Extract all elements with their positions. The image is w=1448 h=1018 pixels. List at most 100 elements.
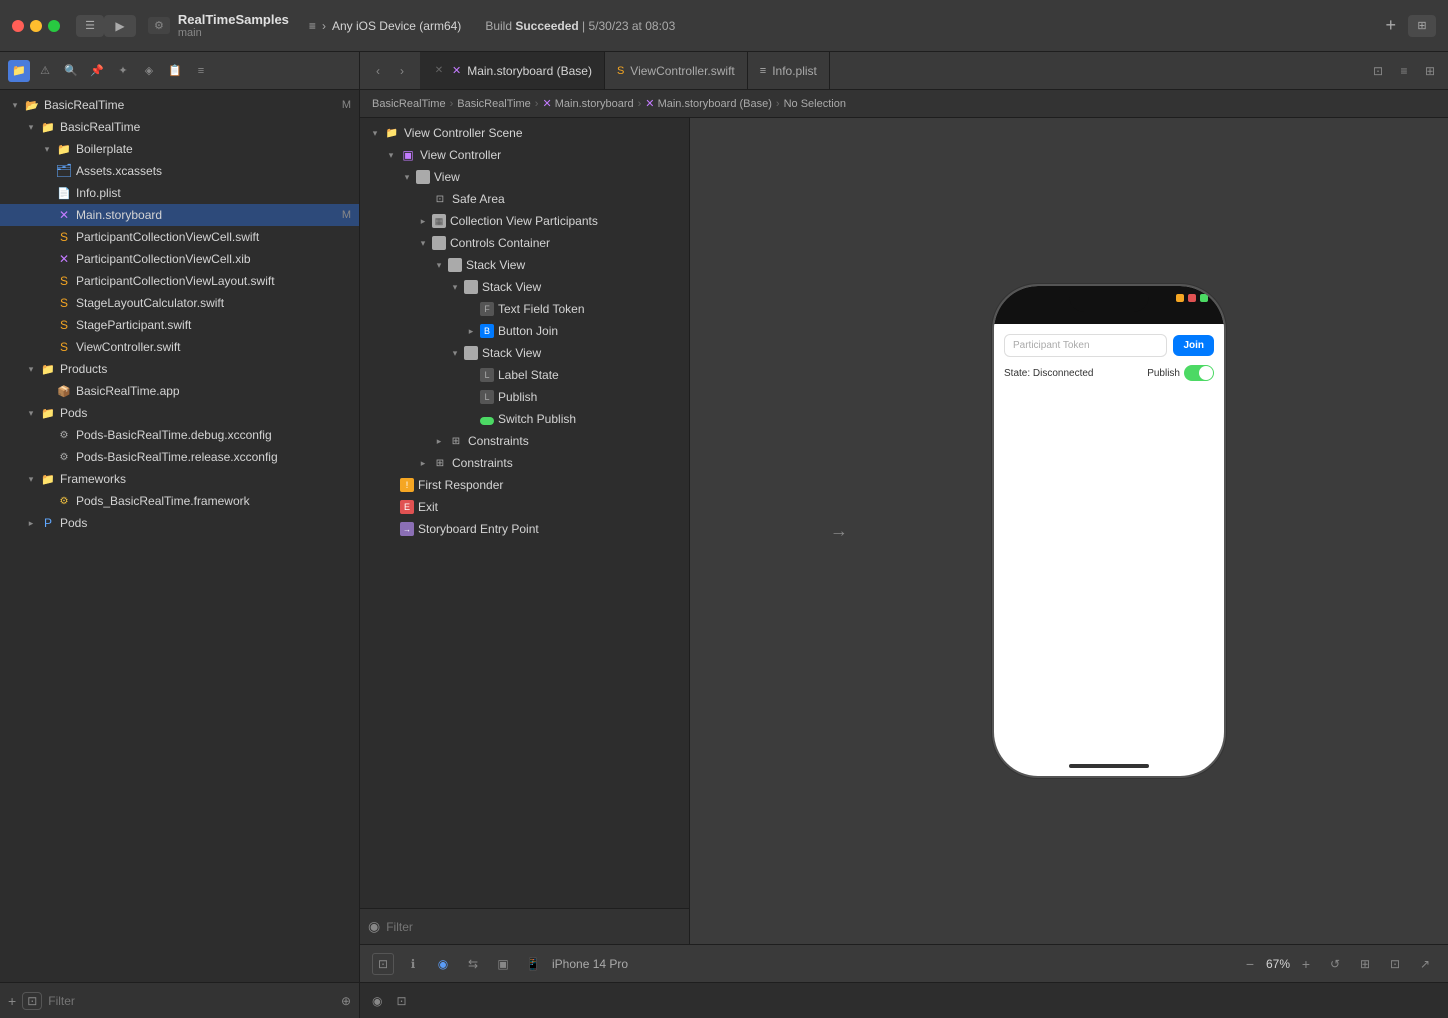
report-icon[interactable]: ≡: [190, 60, 212, 82]
sidebar-item-stageparticipant[interactable]: S StageParticipant.swift: [0, 314, 359, 336]
sidebar-item-infoplist[interactable]: 📄 Info.plist: [0, 182, 359, 204]
device-selector[interactable]: ≡ › Any iOS Device (arm64): [309, 19, 461, 33]
arrow-icon: [24, 362, 38, 376]
tab-forward-button[interactable]: ›: [392, 61, 412, 81]
sidebar-item-boilerplate[interactable]: 📁 Boilerplate: [0, 138, 359, 160]
show-icon[interactable]: ▣: [492, 953, 514, 975]
link-icon[interactable]: ⇆: [462, 953, 484, 975]
find-icon[interactable]: ⚠: [34, 60, 56, 82]
device-icon[interactable]: 📱: [522, 953, 544, 975]
sidebar-item-app[interactable]: 📦 BasicRealTime.app: [0, 380, 359, 402]
phone-toggle[interactable]: [1184, 365, 1214, 381]
fullscreen-button[interactable]: [48, 20, 60, 32]
scene-item-publish[interactable]: L Publish: [360, 386, 689, 408]
git-icon[interactable]: 📌: [86, 60, 108, 82]
stack-icon: [464, 346, 478, 360]
tab-label: Main.storyboard (Base): [467, 64, 592, 78]
scene-item-first-responder[interactable]: ! First Responder: [360, 474, 689, 496]
tab-storyboard[interactable]: ✕ ✕ Main.storyboard (Base): [420, 52, 605, 89]
phone-home-bar: [1069, 764, 1149, 768]
scene-item-stack-view-1[interactable]: Stack View: [360, 254, 689, 276]
filter-toggle[interactable]: ⊡: [22, 992, 42, 1010]
sidebar-item-debug-xcconfig[interactable]: ⚙ Pods-BasicRealTime.debug.xcconfig: [0, 424, 359, 446]
breakpoint-icon[interactable]: ◈: [138, 60, 160, 82]
sidebar-item-products[interactable]: 📁 Products: [0, 358, 359, 380]
minimize-button[interactable]: [30, 20, 42, 32]
tab-infoplist[interactable]: ≡ Info.plist: [748, 52, 830, 89]
close-button[interactable]: [12, 20, 24, 32]
sidebar-item-pvcell-swift[interactable]: S ParticipantCollectionViewCell.swift: [0, 226, 359, 248]
debug-icon[interactable]: ✦: [112, 60, 134, 82]
inspector-toggle-icon[interactable]: ⊞: [1420, 61, 1440, 81]
sidebar-item-stagelayout[interactable]: S StageLayoutCalculator.swift: [0, 292, 359, 314]
add-filter-icon[interactable]: +: [8, 993, 16, 1009]
editor-options-icon[interactable]: ≡: [1394, 61, 1414, 81]
sidebar-item-frameworks[interactable]: 📁 Frameworks: [0, 468, 359, 490]
sidebar-item-pvlayout[interactable]: S ParticipantCollectionViewLayout.swift: [0, 270, 359, 292]
scene-item-switch-publish[interactable]: Switch Publish: [360, 408, 689, 430]
bottom-toolbar-left: ⊡ ℹ ◉ ⇆ ▣ 📱 iPhone 14 Pro: [372, 953, 628, 975]
scene-item-controls-container[interactable]: Controls Container: [360, 232, 689, 254]
canvas[interactable]: → Participant Token: [690, 118, 1448, 944]
symbol-icon[interactable]: 🔍: [60, 60, 82, 82]
phone-join-button[interactable]: Join: [1173, 335, 1214, 356]
scene-item-constraints-2[interactable]: ⊞ Constraints: [360, 452, 689, 474]
scene-item-view[interactable]: View: [360, 166, 689, 188]
scene-item-view-controller[interactable]: ▣ View Controller: [360, 144, 689, 166]
sidebar-item-release-xcconfig[interactable]: ⚙ Pods-BasicRealTime.release.xcconfig: [0, 446, 359, 468]
sidebar-item-basicrealtime[interactable]: 📁 BasicRealTime: [0, 116, 359, 138]
filter-options-icon[interactable]: ⊕: [341, 994, 351, 1008]
test-icon[interactable]: 📋: [164, 60, 186, 82]
scene-item-stack-view-3[interactable]: Stack View: [360, 342, 689, 364]
scene-filter-input[interactable]: [386, 920, 681, 934]
refresh-icon[interactable]: ↺: [1324, 953, 1346, 975]
fit-icon[interactable]: ⊡: [1384, 953, 1406, 975]
sidebar-item-basicrealtime-root[interactable]: 📂 BasicRealTime M: [0, 94, 359, 116]
run-button[interactable]: ▶: [104, 15, 136, 37]
sidebar-item-pvcell-xib[interactable]: ✕ ParticipantCollectionViewCell.xib: [0, 248, 359, 270]
export-icon[interactable]: ↗: [1414, 953, 1436, 975]
arrow-icon: [384, 148, 398, 162]
view-as-icon[interactable]: ⊡: [372, 953, 394, 975]
layout-toggle-button[interactable]: ⊞: [1408, 15, 1436, 37]
sidebar-item-mainstoryboard[interactable]: ✕ Main.storyboard M: [0, 204, 359, 226]
zoom-out-button[interactable]: −: [1240, 954, 1260, 974]
scene-item-label-state[interactable]: L Label State: [360, 364, 689, 386]
scene-item-constraints-1[interactable]: ⊞ Constraints: [360, 430, 689, 452]
grid-icon[interactable]: ⊞: [1354, 953, 1376, 975]
sidebar-item-pods-group[interactable]: 📁 Pods: [0, 402, 359, 424]
titlebar-right: + ⊞: [1385, 15, 1436, 37]
scene-item-exit[interactable]: E Exit: [360, 496, 689, 518]
tab-viewcontroller[interactable]: S ViewController.swift: [605, 52, 748, 89]
scene-item-textfield[interactable]: F Text Field Token: [360, 298, 689, 320]
sidebar-item-assets[interactable]: 🗂 Assets.xcassets: [0, 160, 359, 182]
device-label: iPhone 14 Pro: [552, 957, 628, 971]
sidebar-item-pods-bottom[interactable]: P Pods: [0, 512, 359, 534]
swift-icon: S: [56, 317, 72, 333]
tab-close-icon[interactable]: ✕: [432, 64, 446, 78]
add-button[interactable]: +: [1385, 15, 1396, 36]
active-icon[interactable]: ◉: [432, 953, 454, 975]
split-editor-icon[interactable]: ⊡: [1368, 61, 1388, 81]
breadcrumb-basicrealtime1[interactable]: BasicRealTime: [372, 98, 446, 110]
scene-item-button-join[interactable]: B Button Join: [360, 320, 689, 342]
tab-back-button[interactable]: ‹: [368, 61, 388, 81]
breadcrumb-mainstoryboard[interactable]: ✕ Main.storyboard: [542, 97, 633, 110]
scene-item-stack-view-2[interactable]: Stack View: [360, 276, 689, 298]
sidebar-item-framework[interactable]: ⚙ Pods_BasicRealTime.framework: [0, 490, 359, 512]
sidebar-filter-input[interactable]: [48, 994, 335, 1008]
scene-item-safe-area[interactable]: ⊡ Safe Area: [360, 188, 689, 210]
scene-folder-icon: 📁: [384, 125, 400, 141]
scene-item-vc-scene[interactable]: 📁 View Controller Scene: [360, 122, 689, 144]
zoom-in-button[interactable]: +: [1296, 954, 1316, 974]
scene-item-collection[interactable]: ▦ Collection View Participants: [360, 210, 689, 232]
info-icon[interactable]: ℹ: [402, 953, 424, 975]
navigator-icon[interactable]: 📁: [8, 60, 30, 82]
stack-icon: [464, 280, 478, 294]
sidebar-item-viewcontroller[interactable]: S ViewController.swift: [0, 336, 359, 358]
breadcrumb-storyboard-base[interactable]: ✕ Main.storyboard (Base): [645, 97, 772, 110]
breadcrumb-basicrealtime2[interactable]: BasicRealTime: [457, 98, 531, 110]
scene-item-entry-point[interactable]: → Storyboard Entry Point: [360, 518, 689, 540]
sidebar-toggle-button[interactable]: ☰: [76, 15, 104, 37]
arrow-icon: [416, 456, 430, 470]
